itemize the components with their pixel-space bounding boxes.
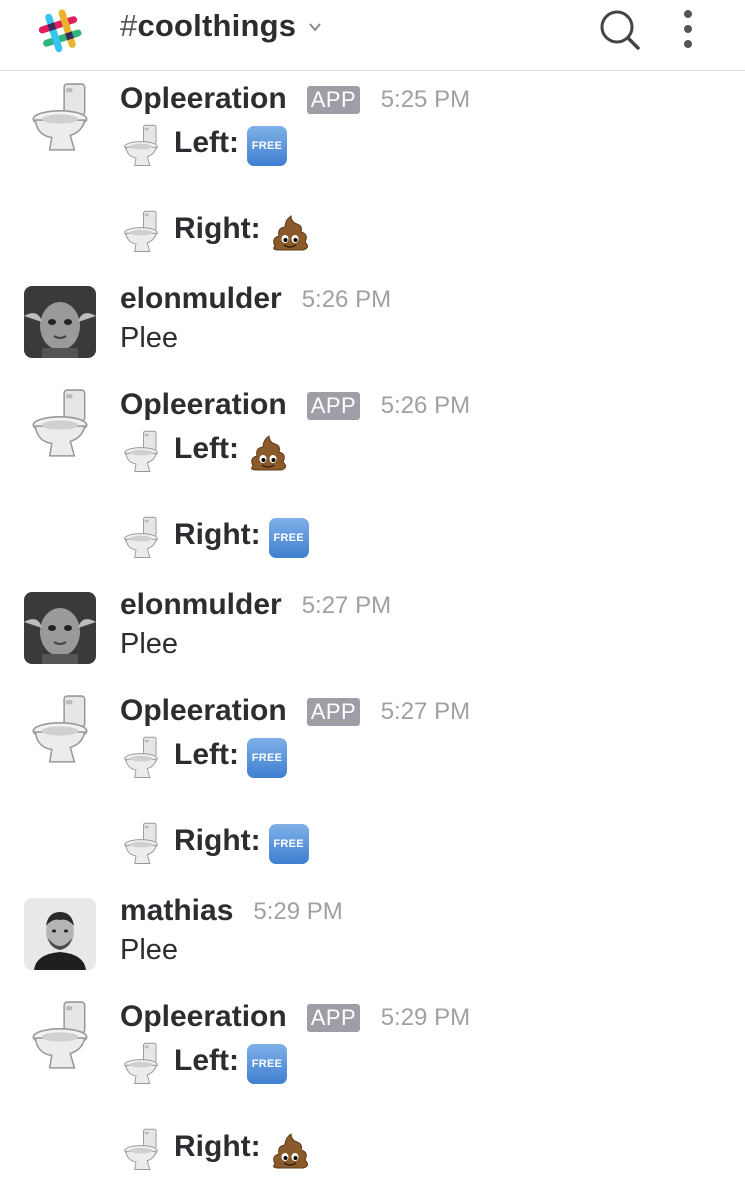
channel-name: coolthings [137,8,297,43]
message-timestamp[interactable]: 5:26 PM [381,392,470,420]
toilet-avatar-icon[interactable] [24,1000,96,1072]
message-text: Plee [120,934,179,966]
sender-name[interactable]: Opleeration [120,1000,287,1034]
free-icon: FREE [246,738,287,778]
poop-icon [269,212,311,252]
free-icon: FREE [246,126,287,166]
chevron-down-icon[interactable] [308,20,322,34]
toilet-icon [120,1042,162,1086]
toilet-icon [120,1128,162,1172]
left-stall-label: Left: [174,432,239,465]
free-icon: FREE [268,518,309,558]
right-stall-label: Right: [174,1130,261,1163]
user-avatar[interactable] [24,592,96,664]
sender-name[interactable]: Opleeration [120,82,287,116]
poop-icon [247,432,289,472]
toilet-icon [120,822,162,866]
toilet-avatar-icon[interactable] [24,82,96,154]
channel-title[interactable]: #coolthings [120,8,296,44]
user-avatar[interactable] [24,898,96,970]
more-vertical-icon[interactable] [676,8,700,52]
toilet-avatar-icon[interactable] [24,388,96,460]
sender-name[interactable]: elonmulder [120,282,282,316]
toilet-icon [120,430,162,474]
slack-logo-icon[interactable] [30,6,90,56]
right-stall-label: Right: [174,212,261,245]
message-text: Plee [120,322,179,354]
toilet-icon [120,124,162,168]
poop-icon [269,1130,311,1170]
app-badge: APP [306,392,361,420]
free-icon: FREE [268,824,309,864]
sender-name[interactable]: Opleeration [120,388,287,422]
sender-name[interactable]: elonmulder [120,588,282,622]
free-icon: FREE [246,1044,287,1084]
message-text: Plee [120,628,179,660]
channel-header: #coolthings [0,0,745,71]
right-stall-label: Right: [174,824,261,857]
message-timestamp[interactable]: 5:26 PM [302,286,391,314]
left-stall-label: Left: [174,738,239,771]
message-timestamp[interactable]: 5:27 PM [302,592,391,620]
user-avatar[interactable] [24,286,96,358]
left-stall-label: Left: [174,1044,239,1077]
toilet-icon [120,210,162,254]
toilet-icon [120,736,162,780]
channel-hash: # [120,8,138,43]
app-badge: APP [306,1004,361,1032]
message-timestamp[interactable]: 5:25 PM [381,86,470,114]
message-timestamp[interactable]: 5:29 PM [253,898,342,926]
left-stall-label: Left: [174,126,239,159]
message-timestamp[interactable]: 5:29 PM [381,1004,470,1032]
search-icon[interactable] [596,6,644,54]
message-timestamp[interactable]: 5:27 PM [381,698,470,726]
sender-name[interactable]: mathias [120,894,233,928]
toilet-avatar-icon[interactable] [24,694,96,766]
right-stall-label: Right: [174,518,261,551]
sender-name[interactable]: Opleeration [120,694,287,728]
app-badge: APP [306,86,361,114]
app-badge: APP [306,698,361,726]
toilet-icon [120,516,162,560]
